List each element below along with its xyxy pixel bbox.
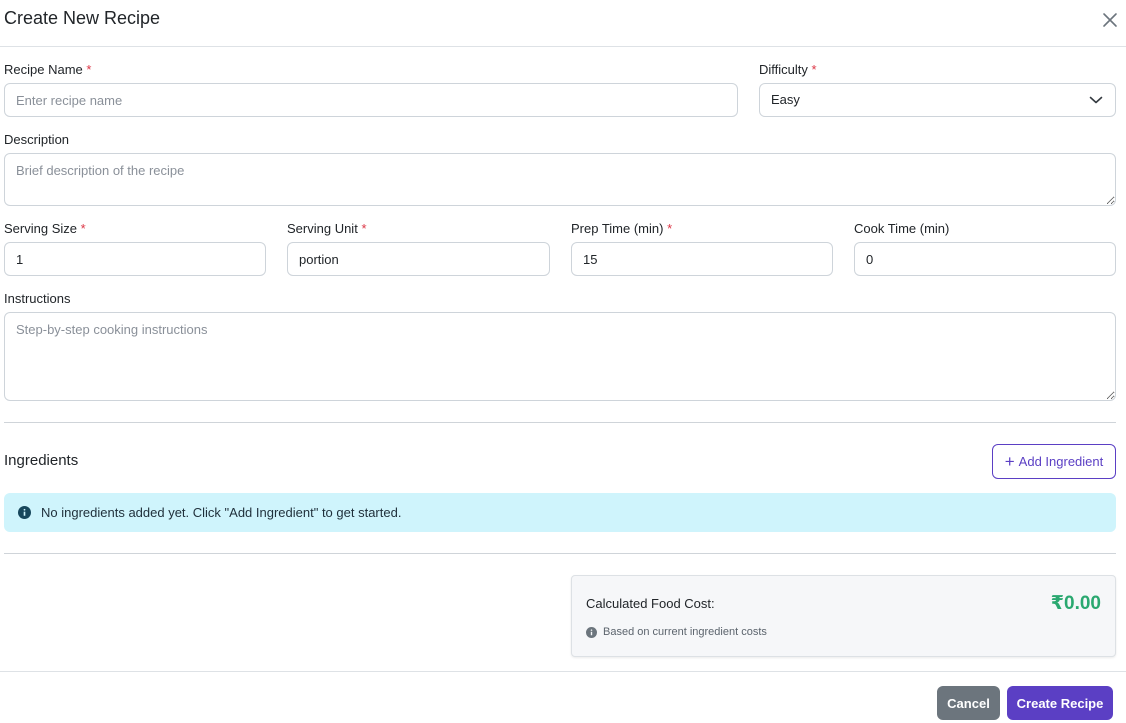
serving-size-label: Serving Size * (4, 221, 86, 236)
modal-title: Create New Recipe (4, 8, 161, 28)
serving-unit-label: Serving Unit * (287, 221, 367, 236)
food-cost-note: Based on current ingredient costs (586, 626, 767, 638)
required-mark: * (80, 221, 86, 236)
section-divider (4, 422, 1116, 423)
food-cost-value: ₹0.00 (1050, 593, 1101, 614)
description-textarea[interactable] (4, 153, 1116, 206)
food-cost-card: Calculated Food Cost: ₹0.00 Based on cur… (571, 575, 1116, 657)
serving-size-input[interactable] (4, 242, 266, 276)
serving-size-label-text: Serving Size (4, 221, 77, 236)
prep-time-label-text: Prep Time (min) (571, 221, 664, 236)
serving-unit-input[interactable] (287, 242, 550, 276)
required-mark: * (667, 221, 673, 236)
create-recipe-button[interactable]: Create Recipe (1007, 686, 1113, 720)
plus-icon: + (1004, 452, 1015, 471)
add-ingredient-button[interactable]: + Add Ingredient (992, 444, 1116, 479)
ingredients-empty-message: No ingredients added yet. Click "Add Ing… (41, 505, 402, 520)
info-icon (586, 626, 597, 638)
ingredients-title: Ingredients (4, 452, 79, 469)
add-ingredient-label: Add Ingredient (1018, 454, 1104, 469)
difficulty-selected-value: Easy (771, 92, 800, 107)
instructions-textarea[interactable] (4, 312, 1116, 401)
info-icon (18, 506, 31, 519)
close-icon (1103, 13, 1117, 27)
modal-header: Create New Recipe (0, 0, 1126, 47)
food-cost-note-text: Based on current ingredient costs (603, 626, 767, 638)
prep-time-label: Prep Time (min) * (571, 221, 672, 236)
difficulty-label-text: Difficulty (759, 62, 808, 77)
instructions-label: Instructions (4, 291, 71, 306)
required-mark: * (811, 62, 817, 77)
difficulty-label: Difficulty * (759, 62, 817, 77)
modal-footer-divider (0, 671, 1126, 672)
prep-time-input[interactable] (571, 242, 833, 276)
difficulty-select[interactable]: Easy (759, 83, 1116, 117)
recipe-name-label-text: Recipe Name (4, 62, 83, 77)
food-cost-label: Calculated Food Cost: (586, 596, 715, 611)
recipe-name-label: Recipe Name * (4, 62, 91, 77)
cancel-button[interactable]: Cancel (937, 686, 1000, 720)
chevron-down-icon (1089, 96, 1103, 104)
description-label: Description (4, 132, 70, 147)
close-button[interactable] (1100, 10, 1120, 30)
section-divider (4, 553, 1116, 554)
required-mark: * (361, 221, 367, 236)
ingredients-empty-alert: No ingredients added yet. Click "Add Ing… (4, 493, 1116, 532)
required-mark: * (86, 62, 92, 77)
cook-time-input[interactable] (854, 242, 1116, 276)
cook-time-label: Cook Time (min) (854, 221, 950, 236)
recipe-name-input[interactable] (4, 83, 738, 117)
serving-unit-label-text: Serving Unit (287, 221, 358, 236)
